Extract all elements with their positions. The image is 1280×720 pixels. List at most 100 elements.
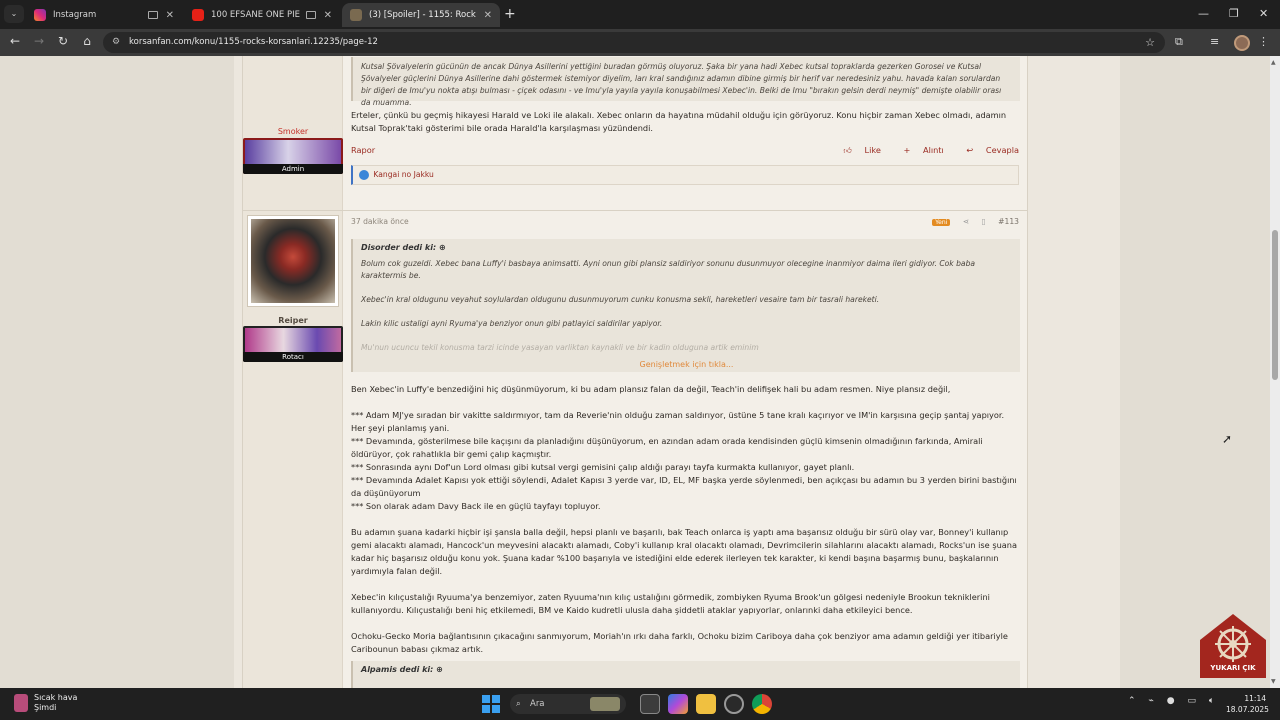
search-placeholder: Ara xyxy=(530,699,545,709)
like-button[interactable]: 👍︎ Like xyxy=(833,145,881,155)
mouse-cursor-icon: ➚ xyxy=(1222,432,1233,446)
post-body: 37 dakika önce Yeni ⋖ ▯ #113 Disorder de… xyxy=(351,211,1027,688)
clock-time: 11:14 xyxy=(1244,694,1266,703)
reload-icon[interactable]: ↻ xyxy=(54,34,72,48)
volume-icon[interactable]: 🔈︎ xyxy=(1209,696,1214,706)
expand-quote-link[interactable]: Genişletmek için tıkla... xyxy=(361,360,1012,369)
minimize-icon[interactable]: — xyxy=(1198,7,1209,20)
quote-block: Disorder dedi ki: ⊕ Bolum cok guzeldi. X… xyxy=(351,239,1020,372)
site-info-icon[interactable]: ⚙ xyxy=(112,32,120,53)
user-role: Rotacı xyxy=(243,352,343,362)
close-window-icon[interactable]: ✕ xyxy=(1259,7,1268,20)
weather-title: Sıcak hava xyxy=(34,693,78,702)
menu-icon[interactable]: ⋮ xyxy=(1258,35,1269,48)
media-icon[interactable]: ≡ xyxy=(1210,35,1219,48)
taskbar: Sıcak hava Şimdi ⌕ Ara ⌃ ⌁ ● ▭ 🔈︎ 11:14 … xyxy=(0,688,1280,720)
quote-block: Alpamis dedi ki: ⊕ xyxy=(351,661,1020,688)
back-to-top-button[interactable]: YUKARI ÇIK xyxy=(1200,614,1266,678)
like-reaction-icon xyxy=(359,170,369,180)
steam-icon[interactable] xyxy=(724,694,744,714)
avatar[interactable] xyxy=(247,215,339,307)
weather-widget[interactable]: Sıcak hava Şimdi xyxy=(14,693,77,713)
copilot-icon[interactable] xyxy=(668,694,688,714)
username[interactable]: Smoker xyxy=(243,127,343,136)
quote-line: Lakin kilic ustaligi ayni Ryuma'ya benzi… xyxy=(361,319,663,328)
chrome-icon[interactable] xyxy=(752,694,772,714)
back-to-top-label: YUKARI ÇIK xyxy=(1210,664,1256,672)
scroll-up-icon[interactable]: ▲ xyxy=(1271,59,1276,66)
taskbar-apps: ⌕ Ara xyxy=(482,694,776,714)
clock[interactable]: 11:14 18.07.2025 xyxy=(1226,693,1269,715)
taskbar-search[interactable]: ⌕ Ara xyxy=(510,694,626,714)
task-view-icon[interactable] xyxy=(640,694,660,714)
youtube-icon xyxy=(192,9,204,21)
page-scrollbar[interactable]: ▲ ▼ xyxy=(1270,56,1280,688)
instagram-icon xyxy=(34,9,46,21)
file-explorer-icon[interactable] xyxy=(696,694,716,714)
post-header: 37 dakika önce Yeni ⋖ ▯ #113 xyxy=(351,217,1019,229)
quote-button[interactable]: + Alıntı xyxy=(893,145,943,155)
back-icon[interactable]: ← xyxy=(6,34,24,48)
display-icon[interactable]: ▭ xyxy=(1187,696,1196,706)
plus-icon: + xyxy=(903,145,911,155)
post-paragraph: Erteler, çünkü bu geçmiş hikayesi Harald… xyxy=(351,110,1007,133)
avatar-image xyxy=(251,219,335,303)
banner-image xyxy=(245,328,341,352)
quote-line: Mu'nun ucuncu tekil konusma tarzi icinde… xyxy=(361,343,759,352)
user-role: Admin xyxy=(243,164,343,174)
restore-icon[interactable]: ❐ xyxy=(1229,7,1239,20)
new-tab-button[interactable]: + xyxy=(504,6,516,22)
korsanfan-icon xyxy=(350,9,362,21)
microphone-icon[interactable]: ● xyxy=(1167,696,1175,706)
reply-label: Cevapla xyxy=(985,145,1019,155)
quote-block: Kutsal Şövalyelerin gücünün de ancak Dün… xyxy=(351,57,1020,107)
extensions-icon[interactable]: ⧉ xyxy=(1175,35,1183,49)
reaction-bar: Kangai no Jakku xyxy=(351,165,1019,185)
tab-search-button[interactable]: ⌄ xyxy=(4,5,24,23)
post-paragraph: Xebec'in kılıçustalığı Ryuuma'ya benzemi… xyxy=(351,592,990,615)
quote-line: Xebec'in kral oldugunu veyahut soylulard… xyxy=(361,295,880,304)
reply-icon: ↩ xyxy=(966,145,974,155)
arrow-up-circle-icon: ⊕ xyxy=(438,243,446,252)
bookmark-icon[interactable]: ▯ xyxy=(982,217,986,226)
share-icon[interactable]: ⋖ xyxy=(963,217,969,226)
browser-toolbar: ← → ↻ ⌂ ⚙ korsanfan.com/konu/1155-rocks-… xyxy=(0,29,1280,56)
reaction-users[interactable]: Kangai no Jakku xyxy=(373,170,433,179)
profile-avatar[interactable] xyxy=(1234,35,1250,51)
address-bar[interactable]: ⚙ korsanfan.com/konu/1155-rocks-korsanla… xyxy=(103,32,1165,53)
close-tab-icon[interactable]: ✕ xyxy=(166,10,174,21)
home-icon[interactable]: ⌂ xyxy=(78,34,96,48)
scroll-down-icon[interactable]: ▼ xyxy=(1271,678,1276,685)
forward-icon[interactable]: → xyxy=(30,34,48,48)
user-banner: Rotacı xyxy=(243,326,343,362)
close-tab-icon[interactable]: ✕ xyxy=(484,10,492,21)
reply-button[interactable]: ↩ Cevapla xyxy=(956,145,1019,155)
post-text: Erteler, çünkü bu geçmiş hikayesi Harald… xyxy=(351,109,1019,148)
clock-date: 18.07.2025 xyxy=(1226,705,1269,714)
post-number[interactable]: #113 xyxy=(998,217,1019,226)
quote-author[interactable]: Alpamis dedi ki: ⊕ xyxy=(361,665,1012,674)
scrollbar-thumb[interactable] xyxy=(1272,230,1278,380)
quote-label: Alıntı xyxy=(922,145,944,155)
cast-icon xyxy=(147,11,158,19)
report-link[interactable]: Rapor xyxy=(351,145,375,155)
windows-start-icon[interactable] xyxy=(482,695,500,713)
close-tab-icon[interactable]: ✕ xyxy=(324,10,332,21)
thumbs-up-icon: 👍︎ xyxy=(843,145,852,155)
post-paragraph: Ochoku-Gecko Moria bağlantısının çıkacağ… xyxy=(351,631,1008,654)
post-actions: Rapor 👍︎ Like + Alıntı ↩ Cevapla xyxy=(351,145,1019,157)
tab-instagram[interactable]: Instagram ✕ xyxy=(26,3,182,27)
quote-author[interactable]: Disorder dedi ki: ⊕ xyxy=(361,243,1012,252)
network-icon[interactable]: ⌁ xyxy=(1148,696,1153,706)
tab-youtube[interactable]: 100 EFSANE ONE PIECE SAH ✕ xyxy=(184,3,340,27)
chevron-up-icon[interactable]: ⌃ xyxy=(1128,696,1136,706)
quote-line: Bolum cok guzeldi. Xebec bana Luffy'i ba… xyxy=(361,259,976,280)
post-time[interactable]: 37 dakika önce xyxy=(351,217,409,226)
user-banner: Admin xyxy=(243,138,343,174)
tab-korsanfan[interactable]: (3) [Spoiler] - 1155: Rocks Korsanl ✕ xyxy=(342,3,500,27)
bookmark-star-icon[interactable]: ☆ xyxy=(1145,32,1155,53)
system-tray: ⌃ ⌁ ● ▭ 🔈︎ xyxy=(1128,696,1224,706)
username[interactable]: Reiper xyxy=(243,316,343,325)
cast-icon xyxy=(305,11,316,19)
forum-post: Reiper Rotacı 37 dakika önce Yeni ⋖ ▯ #1… xyxy=(242,210,1028,688)
